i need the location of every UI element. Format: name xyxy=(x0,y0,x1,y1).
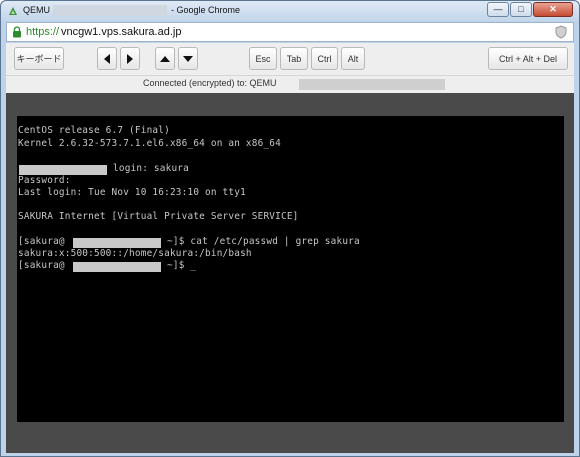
address-bar[interactable]: https:// vncgw1.vps.sakura.ad.jp xyxy=(6,22,574,42)
keyboard-button[interactable]: キーボード xyxy=(14,47,64,70)
ctrl-alt-del-button[interactable]: Ctrl + Alt + Del xyxy=(488,47,568,70)
url-host: vncgw1.vps.sakura.ad.jp xyxy=(61,26,182,38)
url-scheme: https:// xyxy=(26,26,60,38)
esc-button[interactable]: Esc xyxy=(249,47,277,70)
maximize-button[interactable]: □ xyxy=(510,2,532,17)
connection-status: Connected (encrypted) to: QEMU xyxy=(6,76,574,93)
console-line-kernel: Kernel 2.6.32-573.7.1.el6.x86_64 on an x… xyxy=(18,138,281,149)
redacted-hostname-prompt-1 xyxy=(73,238,161,248)
redacted-hostname-login xyxy=(19,165,107,175)
vnc-viewer: CentOS release 6.7 (Final) Kernel 2.6.32… xyxy=(6,93,574,453)
maximize-icon: □ xyxy=(518,4,524,14)
console-line-password: Password: xyxy=(18,175,71,186)
console-screen[interactable]: CentOS release 6.7 (Final) Kernel 2.6.32… xyxy=(17,116,564,422)
console-line-lastlogin: Last login: Tue Nov 10 16:23:10 on tty1 xyxy=(18,187,246,198)
redacted-hostname-prompt-2 xyxy=(73,262,161,272)
arrow-left-button[interactable] xyxy=(97,47,117,70)
redacted-title xyxy=(53,5,167,16)
keyboard-button-label: キーボード xyxy=(16,54,62,64)
tab-button-label: Tab xyxy=(286,53,302,64)
ctrl-alt-del-button-label: Ctrl + Alt + Del xyxy=(498,53,558,64)
console-line-login: login: sakura xyxy=(113,163,189,174)
console-prompt-end: ~]$ _ xyxy=(167,260,197,271)
close-icon: ✕ xyxy=(549,4,557,14)
console-prompt-user-1: [sakura@ xyxy=(18,236,65,247)
arrow-down-button[interactable] xyxy=(178,47,198,70)
arrow-up-button[interactable] xyxy=(155,47,175,70)
ctrl-button[interactable]: Ctrl xyxy=(311,47,338,70)
ctrl-button-label: Ctrl xyxy=(317,53,332,64)
esc-button-label: Esc xyxy=(255,53,271,64)
lock-icon xyxy=(13,26,21,38)
minimize-button[interactable]: — xyxy=(487,2,509,17)
browser-window: QEMU - Google Chrome — □ ✕ https:// vncg… xyxy=(0,0,580,457)
vnc-toolbar: キーボード Esc Tab Ctrl Alt Ctrl + Alt + Del xyxy=(6,43,574,76)
window-title-app: QEMU xyxy=(23,5,50,15)
minimize-icon: — xyxy=(493,4,503,14)
console-line-release: CentOS release 6.7 (Final) xyxy=(18,125,170,136)
connection-status-text: Connected (encrypted) to: QEMU xyxy=(143,78,277,88)
console-line-banner: SAKURA Internet [Virtual Private Server … xyxy=(18,211,299,222)
arrow-left-icon xyxy=(104,53,110,64)
alt-button[interactable]: Alt xyxy=(341,47,365,70)
tab-button[interactable]: Tab xyxy=(280,47,308,70)
console-line-passwd-output: sakura:x:500:500::/home/sakura:/bin/bash xyxy=(18,248,252,259)
window-title-suffix: - Google Chrome xyxy=(171,5,241,15)
redacted-hostname xyxy=(299,79,445,90)
qemu-icon xyxy=(9,7,17,15)
title-bar[interactable]: QEMU - Google Chrome — □ ✕ xyxy=(1,1,579,21)
shield-icon[interactable] xyxy=(555,25,567,39)
arrow-up-icon xyxy=(160,55,170,62)
arrow-down-icon xyxy=(183,55,193,62)
window-controls: — □ ✕ xyxy=(487,2,573,17)
arrow-right-button[interactable] xyxy=(120,47,140,70)
console-command: ~]$ cat /etc/passwd | grep sakura xyxy=(167,236,360,247)
alt-button-label: Alt xyxy=(347,53,359,64)
close-button[interactable]: ✕ xyxy=(533,2,573,17)
console-prompt-user-2: [sakura@ xyxy=(18,260,65,271)
arrow-right-icon xyxy=(127,53,133,64)
